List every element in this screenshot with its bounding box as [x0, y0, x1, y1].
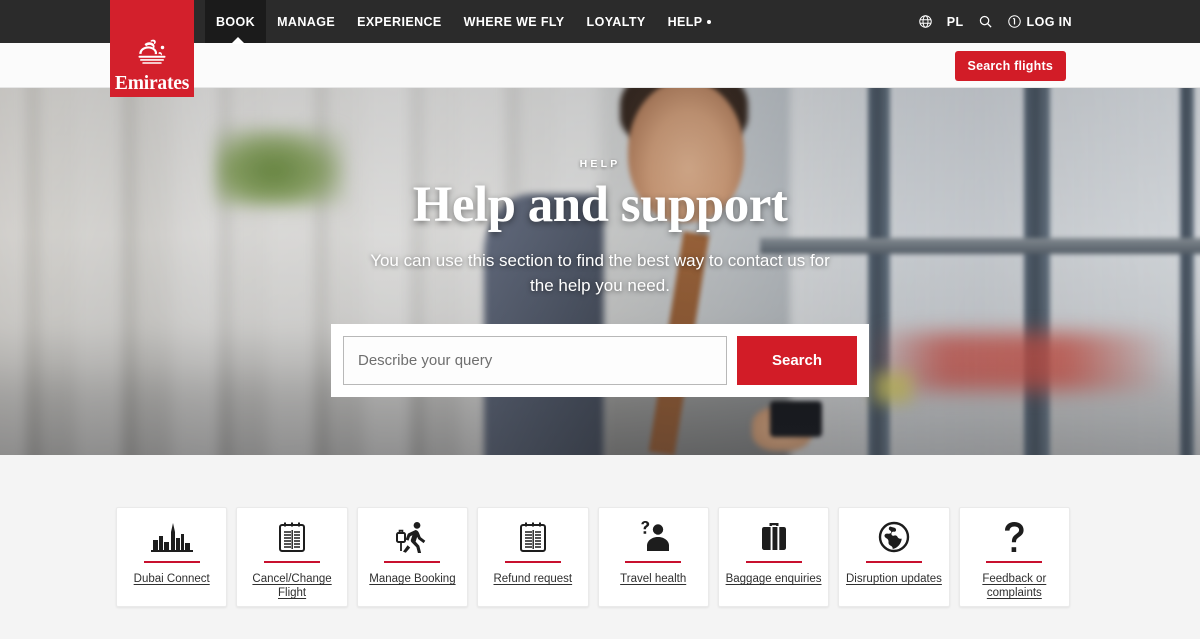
hero-content: HELP Help and support You can use this s…: [0, 88, 1200, 455]
card-divider: [986, 561, 1043, 563]
hero-eyebrow: HELP: [579, 158, 621, 170]
quick-link-card-cancel-change-flight[interactable]: Cancel/Change Flight: [236, 507, 348, 607]
primary-nav-items: BOOK MANAGE EXPERIENCE WHERE WE FLY LOYA…: [205, 0, 722, 43]
utility-nav: PL LOG IN: [918, 0, 1072, 43]
quick-link-card-feedback-or-complaints[interactable]: Feedback or complaints: [958, 507, 1070, 607]
quick-link-label: Feedback or complaints: [982, 573, 1047, 600]
quick-link-label: Refund request: [493, 573, 573, 585]
quick-link-label: Disruption updates: [845, 573, 942, 585]
nav-item-help[interactable]: HELP: [657, 0, 722, 43]
language-selector[interactable]: PL: [947, 15, 964, 29]
receipt-document-icon: [518, 521, 548, 553]
person-question-mark-icon: [635, 521, 671, 553]
nav-item-label: HELP: [667, 14, 703, 29]
suitcase-icon: [758, 521, 790, 553]
card-divider: [143, 561, 200, 563]
language-code: PL: [946, 14, 964, 29]
quick-link-card-disruption-updates[interactable]: Disruption updates: [838, 507, 950, 607]
globe-icon: [878, 521, 910, 553]
traveller-with-luggage-icon: [395, 521, 429, 553]
nav-item-experience[interactable]: EXPERIENCE: [346, 0, 453, 43]
page-title: Help and support: [412, 177, 788, 233]
quick-link-card-manage-booking[interactable]: Manage Booking: [356, 507, 469, 607]
globe-icon[interactable]: [918, 14, 933, 29]
burj-khalifa-skyline-icon: [150, 521, 193, 553]
emirates-wordmark: Emirates: [114, 72, 190, 94]
hero-banner: HELP Help and support You can use this s…: [0, 88, 1200, 455]
card-divider: [264, 561, 321, 563]
nav-item-label: WHERE WE FLY: [463, 14, 565, 29]
nav-item-label: MANAGE: [277, 14, 336, 29]
nav-item-where-we-fly[interactable]: WHERE WE FLY: [453, 0, 576, 43]
card-divider: [504, 561, 561, 563]
nav-help-indicator-dot-icon: [706, 19, 711, 24]
question-mark-icon: [1001, 521, 1027, 553]
login-button[interactable]: LOG IN: [1007, 14, 1072, 29]
emirates-calligraphy-logo-icon: [138, 39, 166, 64]
card-divider: [625, 561, 682, 563]
help-search-input[interactable]: [343, 336, 727, 386]
quick-link-card-baggage-enquiries[interactable]: Baggage enquiries: [717, 507, 830, 607]
login-label: LOG IN: [1026, 14, 1072, 29]
quick-link-label: Manage Booking: [369, 573, 456, 585]
quick-link-label: Baggage enquiries: [725, 573, 822, 585]
quick-link-card-dubai-connect[interactable]: Dubai Connect: [116, 507, 228, 607]
quick-link-label: Travel health: [620, 573, 687, 585]
nav-item-loyalty[interactable]: LOYALTY: [576, 0, 657, 43]
quick-link-label: Cancel/Change Flight: [252, 573, 332, 600]
search-flights-button[interactable]: Search flights: [954, 51, 1066, 81]
nav-item-label: EXPERIENCE: [357, 14, 442, 29]
quick-link-card-travel-health[interactable]: Travel health: [597, 507, 709, 607]
quick-link-card-refund-request[interactable]: Refund request: [477, 507, 589, 607]
card-divider: [865, 561, 922, 563]
help-search-button[interactable]: Search: [737, 336, 857, 386]
card-divider: [384, 561, 441, 563]
nav-item-label: BOOK: [216, 14, 256, 29]
search-icon[interactable]: [978, 14, 993, 29]
account-circle-icon: [1007, 14, 1022, 29]
emirates-logo[interactable]: Emirates: [110, 0, 194, 97]
hero-subtitle: You can use this section to find the bes…: [370, 251, 830, 295]
quick-link-label: Dubai Connect: [133, 573, 210, 585]
nav-item-label: LOYALTY: [586, 14, 646, 29]
emirates-help-page: BOOK MANAGE EXPERIENCE WHERE WE FLY LOYA…: [0, 0, 1200, 639]
active-nav-pointer-icon: [231, 37, 245, 44]
card-divider: [745, 561, 802, 563]
document-list-icon: [277, 521, 307, 553]
quick-links-row: Dubai Connect Cancel/Change Flight Manag…: [116, 507, 1070, 607]
help-search-box: Search: [331, 324, 869, 398]
nav-item-manage[interactable]: MANAGE: [266, 0, 346, 43]
